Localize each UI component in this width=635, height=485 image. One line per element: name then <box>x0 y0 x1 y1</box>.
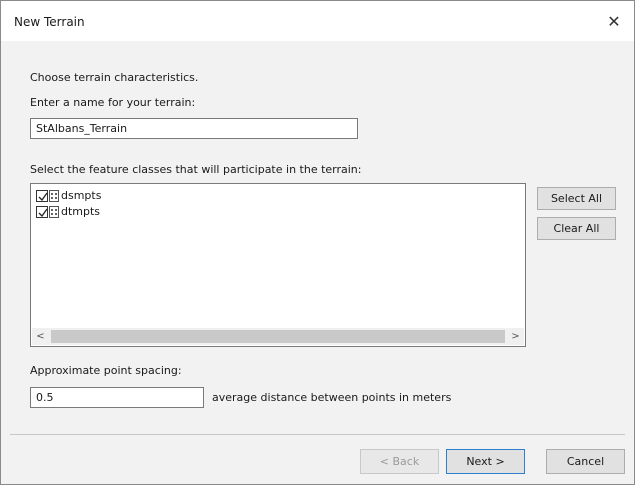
scroll-left-icon[interactable]: < <box>32 328 49 345</box>
select-all-button[interactable]: Select All <box>537 187 616 210</box>
scroll-right-icon[interactable]: > <box>507 328 524 345</box>
scrollbar-thumb[interactable] <box>51 330 505 343</box>
point-spacing-input[interactable] <box>30 387 204 408</box>
title-bar: New Terrain ✕ <box>1 1 634 41</box>
terrain-name-input[interactable] <box>30 118 358 139</box>
close-icon[interactable]: ✕ <box>594 1 634 41</box>
point-spacing-label: Approximate point spacing: <box>30 364 182 377</box>
cancel-button[interactable]: Cancel <box>546 449 625 474</box>
checkbox-checked-icon[interactable] <box>36 205 48 218</box>
name-prompt-label: Enter a name for your terrain: <box>30 96 196 109</box>
feature-class-label: dsmpts <box>61 189 102 202</box>
point-spacing-units-note: average distance between points in meter… <box>212 391 452 404</box>
list-item-dtmpts[interactable]: dtmpts <box>36 204 100 219</box>
point-feature-class-icon <box>49 189 59 202</box>
checkbox-checked-icon[interactable] <box>36 189 48 202</box>
next-button[interactable]: Next > <box>446 449 525 474</box>
back-button[interactable]: < Back <box>360 449 439 474</box>
dialog-title: New Terrain <box>14 15 85 29</box>
intro-text: Choose terrain characteristics. <box>30 71 199 84</box>
clear-all-button[interactable]: Clear All <box>537 217 616 240</box>
new-terrain-dialog: New Terrain ✕ Choose terrain characteris… <box>0 0 635 485</box>
feature-classes-prompt-label: Select the feature classes that will par… <box>30 163 362 176</box>
list-item-dsmpts[interactable]: dsmpts <box>36 188 101 203</box>
footer-divider <box>10 434 625 435</box>
feature-class-label: dtmpts <box>61 205 101 218</box>
horizontal-scrollbar[interactable]: < > <box>32 328 524 345</box>
point-feature-class-icon <box>49 205 59 218</box>
feature-class-list[interactable]: dsmpts dtmpts < > <box>30 183 526 347</box>
